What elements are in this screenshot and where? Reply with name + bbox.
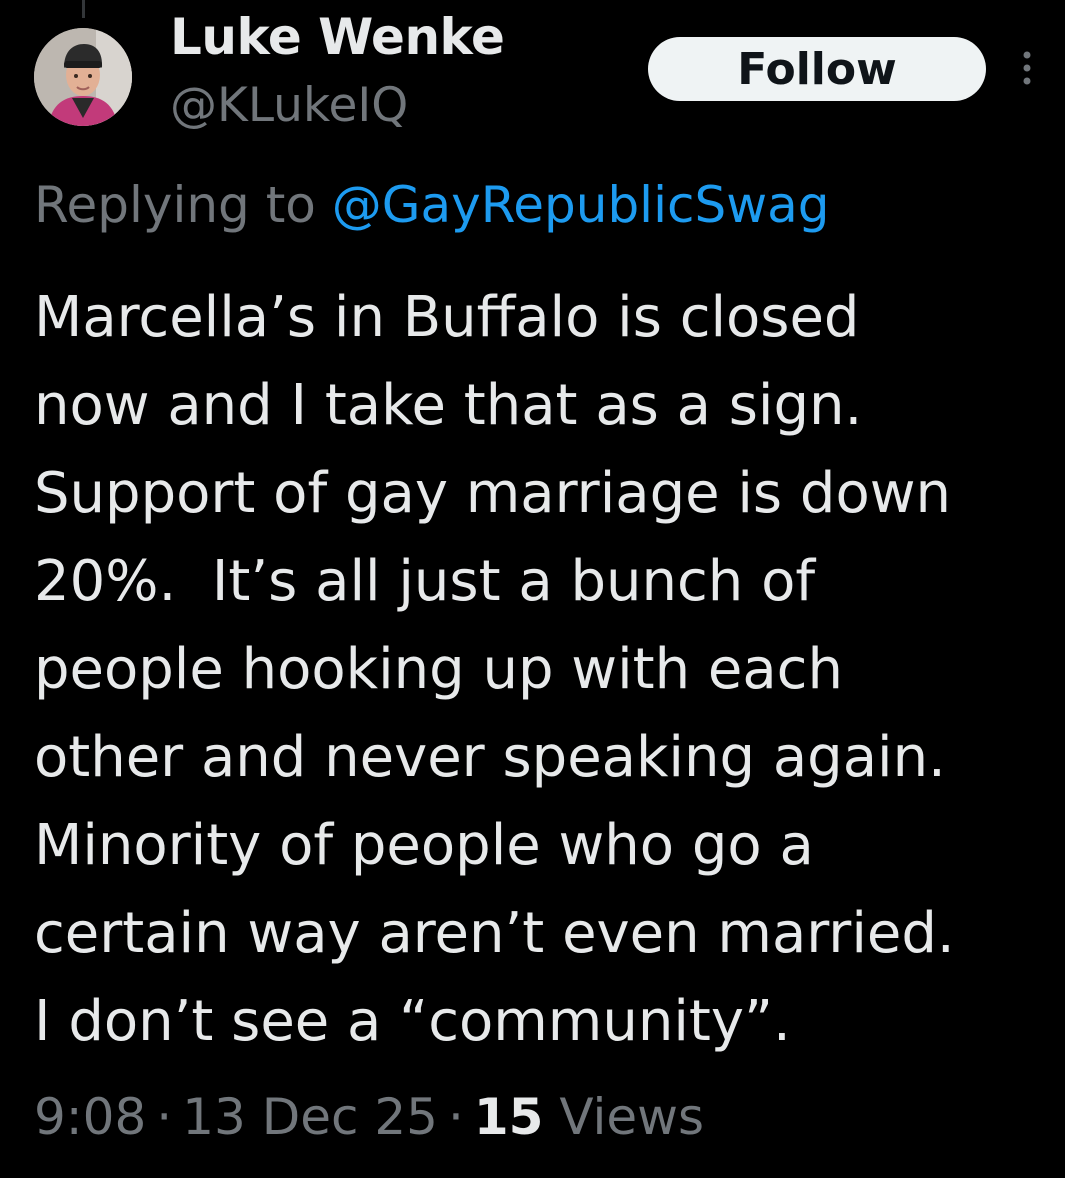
views-count[interactable]: 15 (474, 1088, 544, 1146)
tweet-meta: 9:08 · 13 Dec 25 · 15 Views (34, 1088, 704, 1146)
tweet-text-line: Marcella’s in Buffalo is closed (34, 285, 860, 350)
replying-prefix: Replying to (34, 176, 332, 234)
meta-separator: · (156, 1088, 173, 1146)
more-vertical-icon[interactable] (1018, 48, 1036, 88)
tweet-date[interactable]: 13 Dec 25 (182, 1088, 438, 1146)
thread-connector-line (82, 0, 85, 18)
tweet-text-line: Minority of people who go a (34, 813, 814, 878)
reply-target-link[interactable]: @GayRepublicSwag (332, 176, 830, 234)
tweet-text-line: Support of gay marriage is down (34, 461, 951, 526)
tweet-text-line: 20%. It’s all just a bunch of (34, 549, 816, 614)
tweet-text-line: now and I take that as a sign. (34, 373, 863, 438)
tweet-text-line: I don’t see a “community”. (34, 989, 791, 1054)
tweet-text-line: certain way aren’t even married. (34, 901, 955, 966)
tweet-text-line: people hooking up with each (34, 637, 843, 702)
replying-to: Replying to @GayRepublicSwag (34, 176, 829, 234)
avatar[interactable] (34, 28, 132, 126)
author-display-name[interactable]: Luke Wenke (170, 8, 505, 66)
follow-button[interactable]: Follow (648, 37, 986, 101)
author-handle[interactable]: @KLukeIQ (170, 78, 408, 133)
views-label: Views (559, 1088, 705, 1146)
tweet-time[interactable]: 9:08 (34, 1088, 146, 1146)
meta-separator: · (447, 1088, 464, 1146)
profile-photo (34, 28, 132, 126)
tweet-text-line: other and never speaking again. (34, 725, 946, 790)
tweet-text: Marcella’s in Buffalo is closed now and … (34, 274, 1044, 1066)
